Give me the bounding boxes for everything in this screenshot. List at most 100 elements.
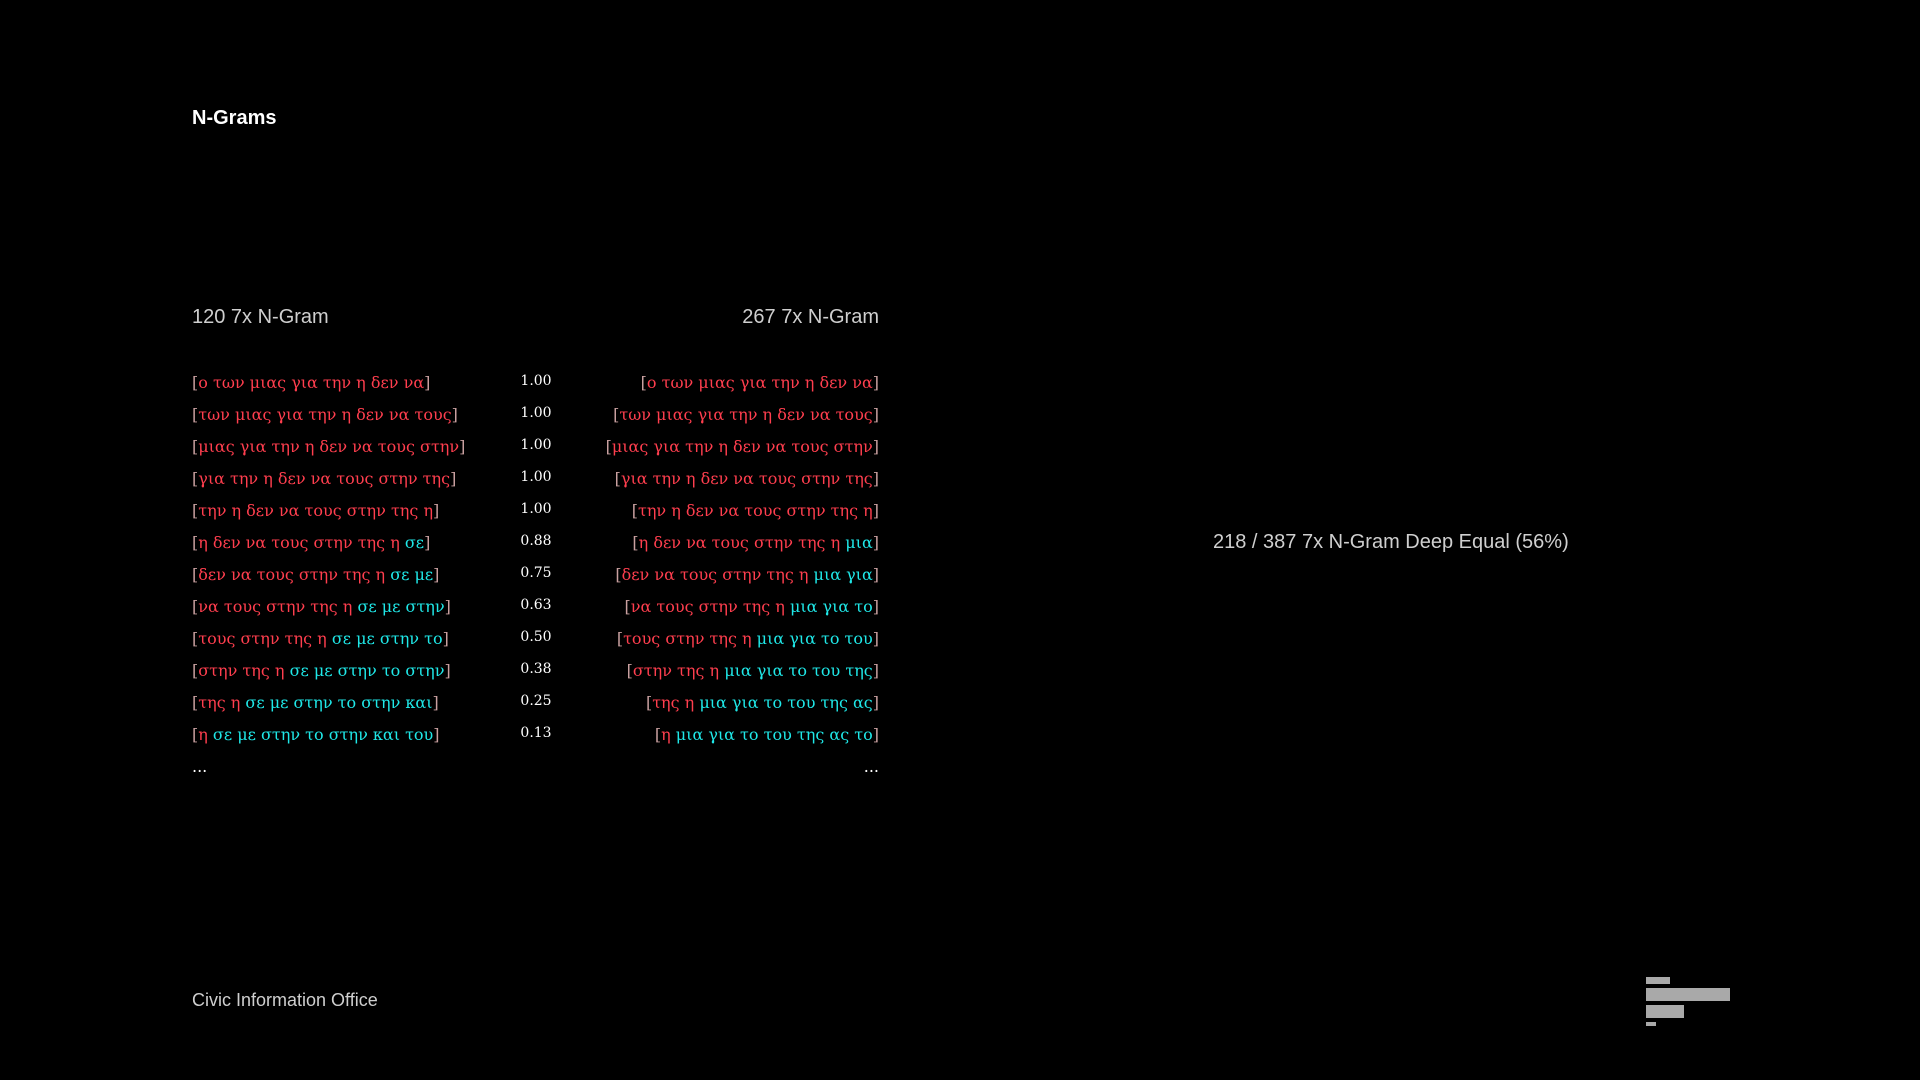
close-bracket: ] [433, 725, 440, 744]
matching-token-span: μια για το του [756, 629, 873, 648]
right-ngram: [να τους στην της η μια για το] [625, 593, 879, 621]
close-bracket: ] [442, 629, 449, 648]
differing-token-span: η δεν να τους στην της η [198, 533, 405, 552]
ngram-row: [στην της η σε με στην το στην] [στην της… [0, 657, 1920, 689]
ngram-row: [την η δεν να τους στην της η] [την η δεν… [0, 497, 1920, 529]
close-bracket: ] [872, 725, 879, 744]
similarity-score: 1.00 [520, 469, 552, 485]
differing-token-span: τους στην της η [198, 629, 332, 648]
footer-organization: Civic Information Office [192, 990, 378, 1010]
matching-token-span: μια για [813, 565, 873, 584]
close-bracket: ] [450, 469, 457, 488]
left-ngram: [της η σε με στην το στην και] [192, 689, 439, 717]
similarity-score: 1.00 [520, 437, 552, 453]
left-ngram: [στην της η σε με στην το στην] [192, 657, 451, 685]
differing-token-span: τους στην της η [623, 629, 757, 648]
similarity-score: 0.25 [520, 693, 552, 709]
differing-token-span: μιας για την η δεν να τους στην [198, 437, 460, 456]
close-bracket: ] [872, 437, 879, 456]
differing-token-span: δεν να τους στην της η [621, 565, 814, 584]
differing-token-span: την η δεν να τους στην της η [198, 501, 434, 520]
right-ellipsis: ... [863, 757, 879, 776]
differing-token-span: των μιας για την η δεν να τους [198, 405, 452, 424]
matching-token-span: μια [845, 533, 873, 552]
matching-token-span: σε με στην το στην [289, 661, 445, 680]
close-bracket: ] [444, 597, 451, 616]
matching-token-span: μια για το του της ας το [675, 725, 873, 744]
ngram-row: [για την η δεν να τους στην της] [για την… [0, 465, 1920, 497]
matching-token-span: σε με [390, 565, 434, 584]
left-ngram: [να τους στην της η σε με στην] [192, 593, 451, 621]
similarity-score: 0.88 [520, 533, 552, 549]
ngram-row: [η σε με στην το στην και του] [η μια για… [0, 721, 1920, 753]
left-ngram: [η σε με στην το στην και του] [192, 721, 440, 749]
close-bracket: ] [872, 693, 879, 712]
close-bracket: ] [872, 405, 879, 424]
similarity-score: 0.63 [520, 597, 552, 613]
close-bracket: ] [872, 373, 879, 392]
differing-token-span: της η [652, 693, 700, 712]
differing-token-span: στην της η [632, 661, 725, 680]
differing-token-span: η [198, 725, 213, 744]
close-bracket: ] [433, 565, 440, 584]
left-ngram: [δεν να τους στην της η σε με] [192, 561, 439, 589]
right-ngram: [τους στην της η μια για το του] [617, 625, 879, 653]
right-ngram: [μιας για την η δεν να τους στην] [606, 433, 879, 461]
similarity-score: 0.50 [520, 629, 552, 645]
close-bracket: ] [424, 533, 431, 552]
page-title: N-Grams [192, 107, 277, 129]
left-column-header: 120 7x N-Gram [192, 306, 329, 328]
left-ngram: [μιας για την η δεν να τους στην] [192, 433, 465, 461]
differing-token-span: ο των μιας για την η δεν να [198, 373, 425, 392]
differing-token-span: δεν να τους στην της η [198, 565, 391, 584]
right-ngram: [για την η δεν να τους στην της] [615, 465, 879, 493]
right-ngram: [της η μια για το του της ας] [646, 689, 879, 717]
similarity-score: 1.00 [520, 501, 552, 517]
logo-bar [1646, 977, 1670, 984]
close-bracket: ] [872, 469, 879, 488]
similarity-score: 0.13 [520, 725, 552, 741]
right-ngram: [στην της η μια για το του της] [627, 657, 879, 685]
left-ngram: [την η δεν να τους στην της η] [192, 497, 439, 525]
right-column-header: 267 7x N-Gram [742, 306, 879, 328]
ngram-row: [να τους στην της η σε με στην] [να τους … [0, 593, 1920, 625]
differing-token-span: για την η δεν να τους στην της [620, 469, 873, 488]
similarity-score: 0.75 [520, 565, 552, 581]
close-bracket: ] [872, 597, 879, 616]
close-bracket: ] [424, 373, 431, 392]
ngram-row: [των μιας για την η δεν να τους] [των μια… [0, 401, 1920, 433]
logo-bar [1646, 1022, 1656, 1026]
matching-token-span: μια για το του της ας [699, 693, 873, 712]
right-ngram: [η μια για το του της ας το] [655, 721, 879, 749]
logo-bar [1646, 988, 1730, 1001]
close-bracket: ] [433, 501, 440, 520]
matching-token-span: σε με στην το στην και [245, 693, 433, 712]
close-bracket: ] [459, 437, 466, 456]
logo-bar [1646, 1005, 1684, 1018]
differing-token-span: η δεν να τους στην της η [638, 533, 846, 552]
ngram-row: [η δεν να τους στην της η σε] [η δεν να τ… [0, 529, 1920, 561]
right-ngram: [δεν να τους στην της η μια για] [615, 561, 879, 589]
left-ngram: [η δεν να τους στην της η σε] [192, 529, 430, 557]
close-bracket: ] [872, 501, 879, 520]
similarity-score: 0.38 [520, 661, 552, 677]
differing-token-span: να τους στην της η [198, 597, 358, 616]
differing-token-span: την η δεν να τους στην της η [637, 501, 873, 520]
close-bracket: ] [444, 661, 451, 680]
ngram-row: [τους στην της η σε με στην το] [τους στη… [0, 625, 1920, 657]
matching-token-span: μια για το [789, 597, 873, 616]
similarity-score: 1.00 [520, 405, 552, 421]
matching-token-span: σε με στην το [331, 629, 443, 648]
close-bracket: ] [872, 565, 879, 584]
right-ngram: [των μιας για την η δεν να τους] [613, 401, 879, 429]
deep-equal-summary: 218 / 387 7x N-Gram Deep Equal (56%) [1213, 531, 1569, 553]
differing-token-span: για την η δεν να τους στην της [198, 469, 451, 488]
right-ngram: [ο των μιας για την η δεν να] [641, 369, 879, 397]
differing-token-span: ο των μιας για την η δεν να [646, 373, 873, 392]
close-bracket: ] [872, 533, 879, 552]
left-ellipsis: ... [192, 757, 208, 776]
similarity-score: 1.00 [520, 373, 552, 389]
right-ngram: [την η δεν να τους στην της η] [632, 497, 879, 525]
close-bracket: ] [432, 693, 439, 712]
matching-token-span: σε με στην [357, 597, 445, 616]
